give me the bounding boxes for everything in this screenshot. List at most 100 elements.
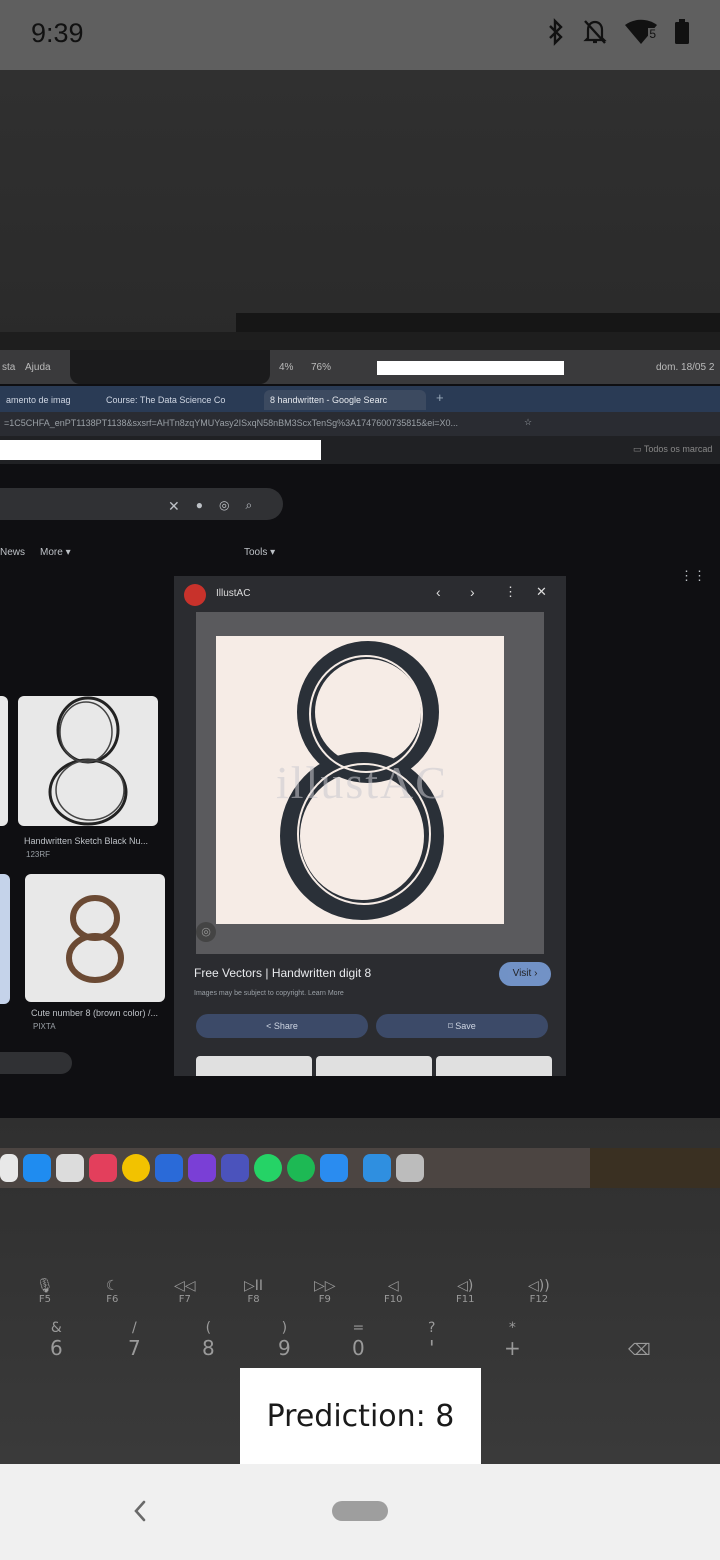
visit-button[interactable]: Visit › (499, 962, 551, 986)
chatgpt-icon[interactable] (56, 1154, 84, 1182)
key-shift-label: * (508, 1320, 516, 1336)
new-tab-icon[interactable]: + (436, 390, 444, 405)
appstore-icon[interactable] (23, 1154, 51, 1182)
back-icon[interactable] (126, 1496, 154, 1526)
bookmarks-folder[interactable]: ▭ Todos os marcad (633, 444, 712, 455)
key-shift-label: ? (428, 1320, 436, 1336)
clear-icon[interactable]: ✕ (168, 498, 180, 515)
browser-tab[interactable]: amento de imag (0, 390, 96, 410)
save-label: Save (455, 1021, 476, 1031)
chrome-icon[interactable] (122, 1154, 150, 1182)
menubar-item: sta (2, 362, 16, 373)
folder-icon[interactable] (363, 1154, 391, 1182)
photobooth-icon[interactable] (89, 1154, 117, 1182)
key-label: F6 (106, 1294, 119, 1305)
related-thumbnail[interactable] (316, 1056, 432, 1076)
dock-app-icon[interactable] (0, 1154, 18, 1182)
result-source: 123RF (26, 850, 51, 859)
status-bar: 9:39 5 (0, 0, 720, 70)
desk-background (590, 1148, 720, 1188)
result-thumbnail[interactable] (0, 696, 8, 826)
related-thumbnail[interactable] (436, 1056, 552, 1076)
key-shift-label: / (132, 1320, 137, 1336)
tab-label: amento de imag (6, 395, 71, 405)
result-thumbnail-sketch-8[interactable] (18, 696, 158, 826)
key-shift-label: ) (281, 1320, 288, 1336)
wifi-badge: 5 (648, 27, 657, 41)
obsidian-icon[interactable] (188, 1154, 216, 1182)
key-apostrophe: ? ' (428, 1320, 435, 1360)
share-label: Share (273, 1021, 298, 1031)
key-main-label: 8 (202, 1336, 215, 1360)
xcode-icon[interactable] (320, 1154, 348, 1182)
related-thumbnail[interactable] (196, 1056, 312, 1076)
browser-tab[interactable]: Course: The Data Science Co (100, 390, 262, 410)
key-main-label: + (504, 1336, 521, 1360)
key-f11: ◁) F11 (456, 1278, 475, 1305)
teams-icon[interactable] (221, 1154, 249, 1182)
browser-tab-active[interactable]: 8 handwritten - Google Searc (264, 390, 426, 410)
mic-icon[interactable]: ● (196, 498, 203, 515)
key-main-label: 7 (128, 1336, 141, 1360)
result-caption[interactable]: Cute number 8 (brown color) /... (31, 1008, 158, 1018)
key-main-label: 6 (50, 1336, 63, 1360)
next-icon[interactable]: › (470, 584, 475, 600)
mem-stat: 76% (311, 362, 332, 373)
key-7: /7 (128, 1320, 141, 1360)
key-main-label: ' (428, 1336, 435, 1360)
filter-more[interactable]: More ▾ (40, 547, 71, 558)
search-icon[interactable]: ⌕ (245, 498, 252, 515)
bookmark-star-icon[interactable]: ☆ (524, 417, 532, 428)
key-f10: ◁ F10 (384, 1278, 403, 1305)
key-8: (8 (202, 1320, 215, 1360)
digit-image: illustAC (216, 636, 504, 924)
redaction-bar (377, 361, 564, 375)
cpu-stat: 4% (279, 362, 294, 373)
whatsapp-icon[interactable] (254, 1154, 282, 1182)
key-shift-label: ( (205, 1320, 212, 1336)
spotify-icon[interactable] (287, 1154, 315, 1182)
visit-label: Visit (512, 968, 532, 979)
share-button[interactable]: < Share (196, 1014, 368, 1038)
key-f7: ◁◁ F7 (174, 1278, 196, 1305)
lens-search-icon[interactable]: ◎ (196, 922, 216, 942)
more-results-button[interactable] (0, 1052, 72, 1074)
panel-header: IllustAC ‹ › ⋮ ✕ (174, 576, 566, 610)
cute-eight-image (66, 895, 124, 983)
bluetooth-icon (549, 18, 563, 46)
result-thumbnail-cute-8[interactable] (25, 874, 165, 1002)
key-shift-label: & (50, 1320, 62, 1336)
key-main-label: 0 (352, 1336, 365, 1360)
lens-icon[interactable]: ◎ (219, 498, 229, 515)
save-button[interactable]: ⌑ Save (376, 1014, 548, 1038)
browser-tabstrip: amento de imag Course: The Data Science … (0, 386, 720, 412)
key-label: F5 (38, 1294, 51, 1305)
battery-icon (675, 19, 689, 44)
bitwarden-icon[interactable] (155, 1154, 183, 1182)
bookmarks-folder-label: Todos os marcad (643, 444, 713, 454)
close-icon[interactable]: ✕ (536, 584, 547, 600)
status-icons: 5 (546, 18, 690, 46)
prev-icon[interactable]: ‹ (436, 584, 441, 600)
filter-tools[interactable]: Tools ▾ (244, 547, 275, 558)
key-label: F10 (384, 1294, 403, 1305)
mac-dock (0, 1148, 590, 1188)
key-main-label: 9 (278, 1336, 291, 1360)
filter-news[interactable]: News (0, 547, 25, 558)
result-source: PIXTA (33, 1022, 56, 1031)
result-caption[interactable]: Handwritten Sketch Black Nu... (24, 836, 148, 846)
result-thumbnail[interactable] (0, 874, 10, 1004)
key-f5: 🎙 F5 (36, 1278, 54, 1305)
camera-notch (70, 350, 270, 384)
apps-grid-icon[interactable]: ⋮⋮ (680, 568, 706, 584)
menubar-item: Ajuda (25, 362, 51, 373)
more-options-icon[interactable]: ⋮ (504, 584, 517, 600)
panel-title[interactable]: Free Vectors | Handwritten digit 8 (194, 966, 371, 980)
filter-more-label: More (40, 547, 63, 558)
prediction-label: Prediction: 8 (240, 1368, 481, 1464)
home-pill[interactable] (332, 1501, 388, 1521)
notifications-off-icon (583, 20, 607, 44)
filter-tools-label: Tools (244, 547, 268, 558)
trash-icon[interactable] (396, 1154, 424, 1182)
address-bar[interactable]: =1C5CHFA_enPT1138PT1138&sxsrf=AHTn8zqYMU… (0, 412, 720, 436)
